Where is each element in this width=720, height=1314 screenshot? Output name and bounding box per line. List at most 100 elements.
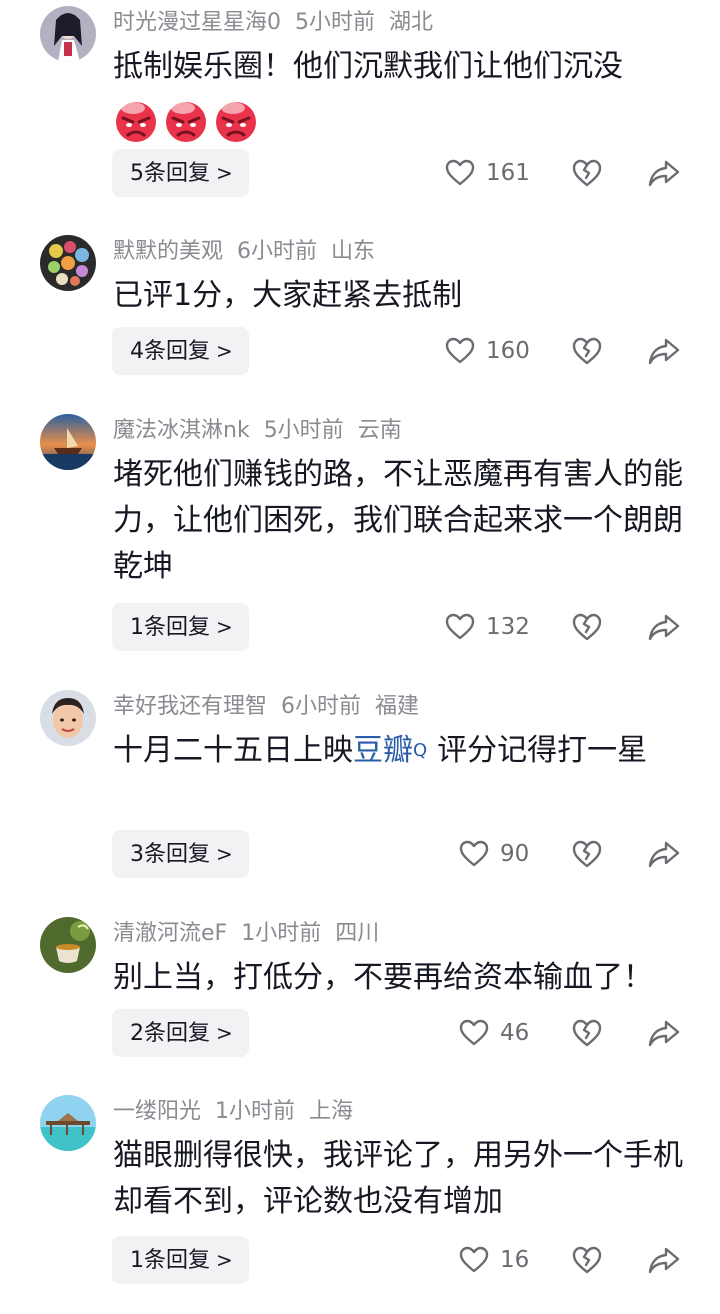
heart-icon xyxy=(459,840,489,867)
chevron-right-icon: > xyxy=(216,161,233,185)
avatar[interactable] xyxy=(40,414,96,470)
comment-meta: 默默的美观 6小时前 山东 xyxy=(113,235,389,269)
comment-text: 十月二十五日上映豆瓣Q 评分记得打一星 xyxy=(113,728,693,774)
reply-count-label: 1条回复 xyxy=(130,1248,210,1273)
dislike-button[interactable] xyxy=(570,837,604,871)
chevron-right-icon: > xyxy=(216,339,233,363)
broken-heart-icon xyxy=(572,337,602,365)
like-count: 90 xyxy=(500,841,530,867)
location: 四川 xyxy=(335,921,380,946)
share-button[interactable] xyxy=(647,156,681,190)
view-replies-button[interactable]: 2条回复 > xyxy=(112,1009,249,1057)
view-replies-button[interactable]: 4条回复 > xyxy=(112,327,249,375)
dislike-button[interactable] xyxy=(570,1243,604,1277)
share-arrow-icon xyxy=(648,160,680,187)
heart-icon xyxy=(445,613,475,640)
comment-actions: 4条回复 > 160 xyxy=(0,327,720,375)
timestamp: 5小时前 xyxy=(263,418,344,443)
comment-meta: 一缕阳光 1小时前 上海 xyxy=(113,1095,367,1129)
avatar-image xyxy=(40,690,96,746)
share-arrow-icon xyxy=(648,338,680,365)
share-button[interactable] xyxy=(647,1243,681,1277)
avatar[interactable] xyxy=(40,917,96,973)
comment-text-part: 十月二十五日上映 xyxy=(113,733,353,768)
timestamp: 1小时前 xyxy=(241,921,322,946)
search-link[interactable]: 豆瓣 xyxy=(353,733,413,768)
comment-meta: 清澈河流eF 1小时前 四川 xyxy=(113,917,393,951)
timestamp: 6小时前 xyxy=(281,694,362,719)
comment-text: 别上当，打低分，不要再给资本输血了！ xyxy=(113,960,653,995)
comment-meta: 时光漫过星星海0 5小时前 湖北 xyxy=(113,6,447,40)
share-button[interactable] xyxy=(647,610,681,644)
view-replies-button[interactable]: 3条回复 > xyxy=(112,830,249,878)
share-arrow-icon xyxy=(648,1020,680,1047)
chevron-right-icon: > xyxy=(216,615,233,639)
avatar[interactable] xyxy=(40,1095,96,1151)
avatar-image xyxy=(40,414,96,470)
avatar[interactable] xyxy=(40,6,96,62)
reply-count-label: 1条回复 xyxy=(130,615,210,640)
view-replies-button[interactable]: 1条回复 > xyxy=(112,603,249,651)
like-button[interactable]: 46 xyxy=(458,1016,529,1050)
comment-actions: 5条回复 > 161 xyxy=(0,149,720,197)
username[interactable]: 一缕阳光 xyxy=(113,1099,201,1124)
dislike-button[interactable] xyxy=(570,610,604,644)
chevron-right-icon: > xyxy=(216,1248,233,1272)
timestamp: 1小时前 xyxy=(215,1099,296,1124)
comment-actions: 1条回复 > 132 xyxy=(0,603,720,651)
broken-heart-icon xyxy=(572,613,602,641)
share-button[interactable] xyxy=(647,1016,681,1050)
like-button[interactable]: 16 xyxy=(458,1243,529,1277)
comment-text-part: 评分记得打一星 xyxy=(437,733,648,768)
view-replies-button[interactable]: 5条回复 > xyxy=(112,149,249,197)
location: 上海 xyxy=(309,1099,354,1124)
angry-face-icon xyxy=(113,98,159,144)
username[interactable]: 幸好我还有理智 xyxy=(113,694,267,719)
like-count: 16 xyxy=(500,1247,530,1273)
reply-count-label: 5条回复 xyxy=(130,161,210,186)
like-count: 161 xyxy=(486,160,530,186)
like-button[interactable]: 160 xyxy=(444,334,530,368)
share-arrow-icon xyxy=(648,841,680,868)
share-button[interactable] xyxy=(647,334,681,368)
avatar[interactable] xyxy=(40,235,96,291)
reply-count-label: 4条回复 xyxy=(130,339,210,364)
like-button[interactable]: 132 xyxy=(444,610,530,644)
like-button[interactable]: 90 xyxy=(458,837,529,871)
share-button[interactable] xyxy=(647,837,681,871)
timestamp: 5小时前 xyxy=(295,10,375,35)
view-replies-button[interactable]: 1条回复 > xyxy=(112,1236,249,1284)
comment-meta: 魔法冰淇淋nk 5小时前 云南 xyxy=(113,414,416,448)
share-arrow-icon xyxy=(648,614,680,641)
username[interactable]: 时光漫过星星海0 xyxy=(113,10,281,35)
location: 福建 xyxy=(375,694,420,719)
dislike-button[interactable] xyxy=(570,156,604,190)
emoji-row xyxy=(113,98,259,144)
username[interactable]: 清澈河流eF xyxy=(113,921,227,946)
comment-text: 抵制娱乐圈！他们沉默我们让他们沉没 xyxy=(113,49,623,84)
comment-text: 已评1分，大家赶紧去抵制 xyxy=(113,278,463,313)
location: 云南 xyxy=(357,418,402,443)
comment-text: 堵死他们赚钱的路，不让恶魔再有害人的能力，让他们困死，我们联合起来求一个朗朗乾坤 xyxy=(113,457,683,584)
broken-heart-icon xyxy=(572,1019,602,1047)
username[interactable]: 默默的美观 xyxy=(113,239,223,264)
comment-meta: 幸好我还有理智 6小时前 福建 xyxy=(113,690,433,724)
username[interactable]: 魔法冰淇淋nk xyxy=(113,418,250,443)
broken-heart-icon xyxy=(572,159,602,187)
search-icon[interactable]: Q xyxy=(413,740,427,761)
dislike-button[interactable] xyxy=(570,334,604,368)
broken-heart-icon xyxy=(572,840,602,868)
avatar[interactable] xyxy=(40,690,96,746)
avatar-image xyxy=(40,1095,96,1151)
avatar-image xyxy=(40,235,96,291)
location: 山东 xyxy=(331,239,376,264)
dislike-button[interactable] xyxy=(570,1016,604,1050)
chevron-right-icon: > xyxy=(216,842,233,866)
avatar-image xyxy=(40,917,96,973)
chevron-right-icon: > xyxy=(216,1021,233,1045)
share-arrow-icon xyxy=(648,1247,680,1274)
broken-heart-icon xyxy=(572,1246,602,1274)
like-button[interactable]: 161 xyxy=(444,156,530,190)
like-count: 132 xyxy=(486,614,530,640)
angry-face-icon xyxy=(163,98,209,144)
